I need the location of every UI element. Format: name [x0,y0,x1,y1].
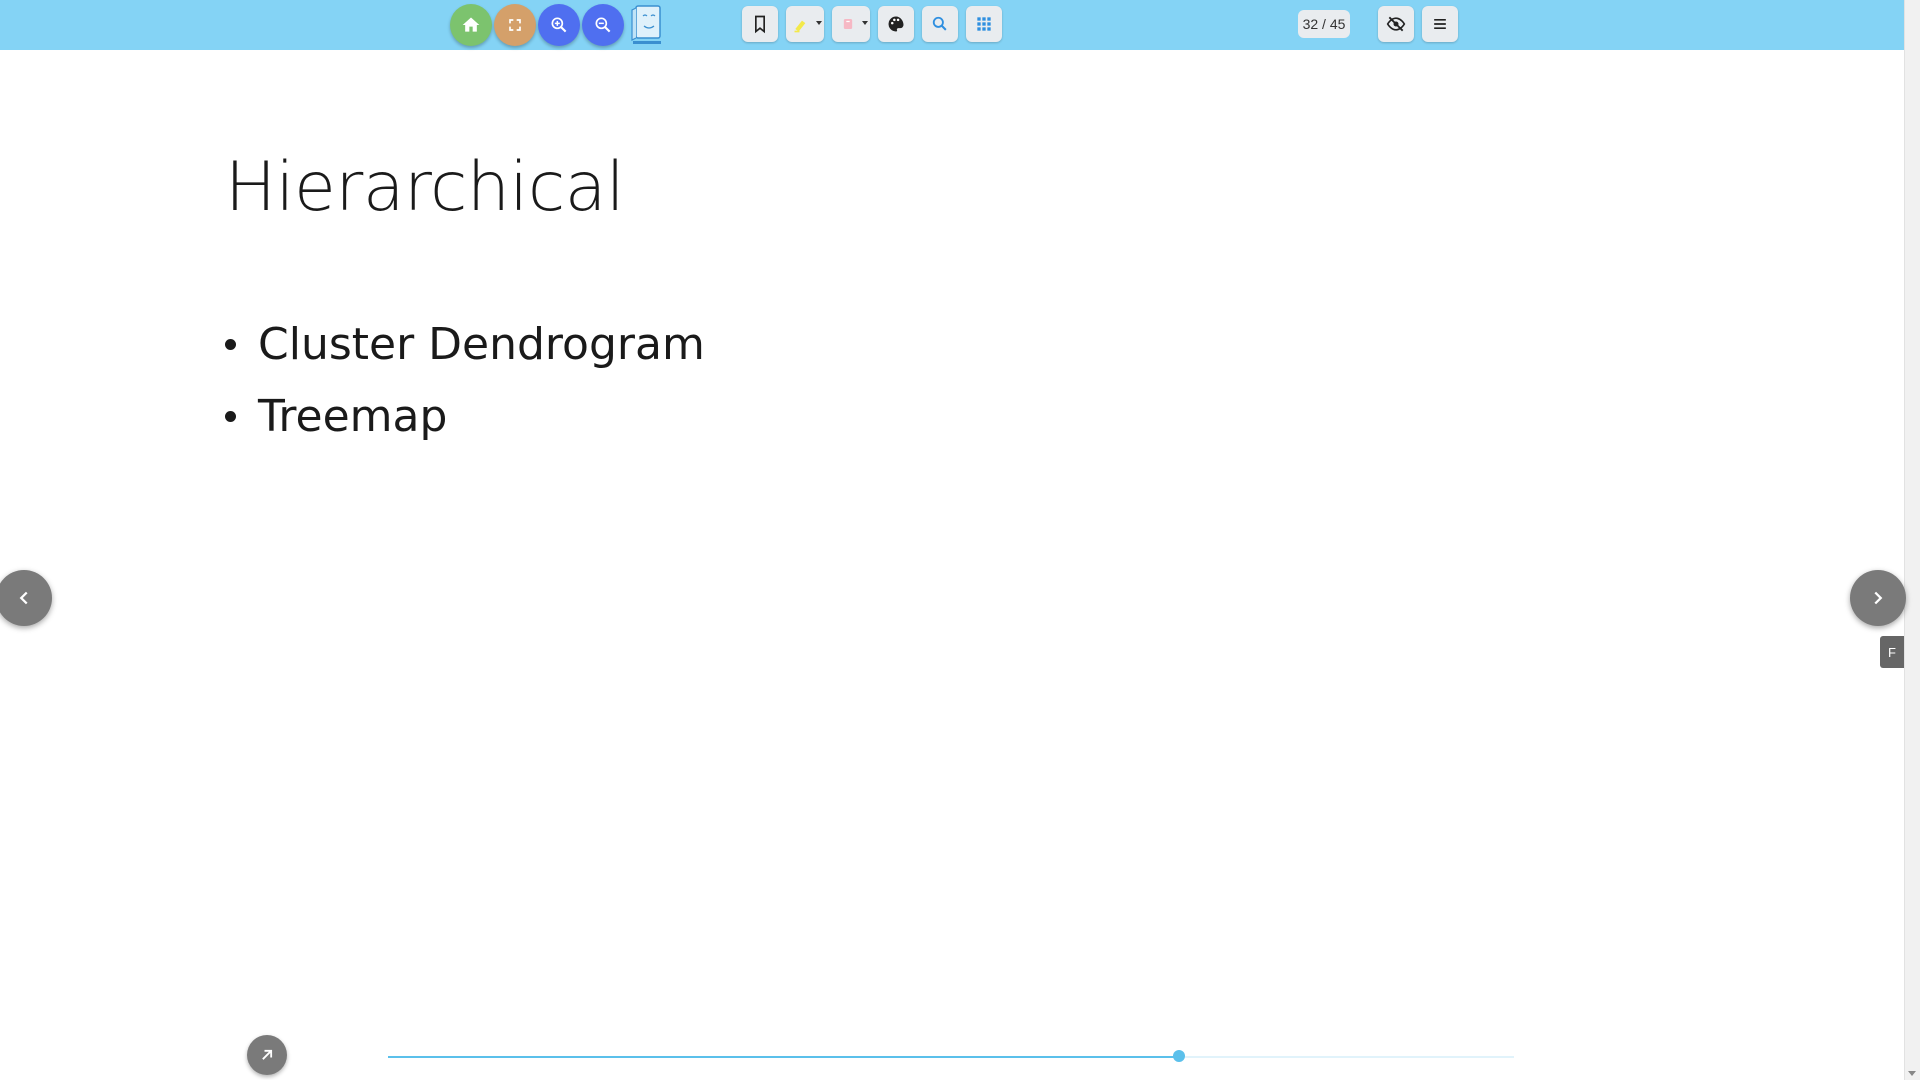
eraser-icon [843,19,853,29]
arrow-up-right-icon [262,1049,273,1060]
side-panel-tab[interactable]: F [1880,636,1904,668]
list-item: Treemap [225,380,705,452]
grid-icon [977,17,991,31]
home-button[interactable] [450,4,492,46]
chevron-left-icon [19,591,28,605]
bullet-dot-icon [225,410,236,422]
zoom-in-icon [551,17,567,33]
zoom-out-icon [595,17,611,33]
thumbnails-button[interactable] [966,6,1002,42]
bullet-text: Treemap [258,390,448,442]
highlighter-icon [794,20,806,33]
bookmark-icon [755,15,765,34]
slide-bullet-list: Cluster Dendrogram Treemap [225,308,705,452]
hide-toolbar-button[interactable] [1378,6,1414,42]
viewer-app: 32 / 45 Hierarchical Cluster Dendrogram … [0,0,1920,1080]
highlighter-button[interactable] [786,6,824,42]
menu-icon [1434,19,1446,29]
dropdown-caret-icon [816,21,822,25]
home-icon [462,17,480,32]
search-icon [932,16,947,31]
palette-button[interactable] [878,6,914,42]
zoom-out-button[interactable] [582,4,624,46]
book-face-logo-icon[interactable] [630,4,664,46]
next-page-button[interactable] [1850,570,1906,626]
eye-off-icon [1386,16,1406,32]
page-progress-slider[interactable] [388,1050,1514,1062]
list-item: Cluster Dendrogram [225,308,705,380]
previous-page-button[interactable] [0,570,52,626]
chevron-right-icon [1874,591,1883,605]
vertical-scrollbar[interactable] [1904,0,1920,1080]
palette-icon [888,16,904,32]
bookmark-button[interactable] [742,6,778,42]
fullscreen-button[interactable] [494,4,536,46]
bullet-dot-icon [225,338,236,350]
bullet-text: Cluster Dendrogram [258,318,705,370]
fullscreen-icon [509,19,521,31]
progress-handle[interactable] [1172,1050,1185,1062]
share-button[interactable] [247,1035,287,1075]
search-button[interactable] [922,6,958,42]
dropdown-caret-icon [862,21,868,25]
slide-title: Hierarchical [225,148,625,227]
scroll-down-arrow-icon[interactable] [1908,1071,1916,1076]
menu-button[interactable] [1422,6,1458,42]
progress-fill [388,1056,1179,1058]
zoom-in-button[interactable] [538,4,580,46]
page-counter: 32 / 45 [1298,10,1350,38]
top-toolbar: 32 / 45 [0,0,1904,50]
eraser-button[interactable] [832,6,870,42]
